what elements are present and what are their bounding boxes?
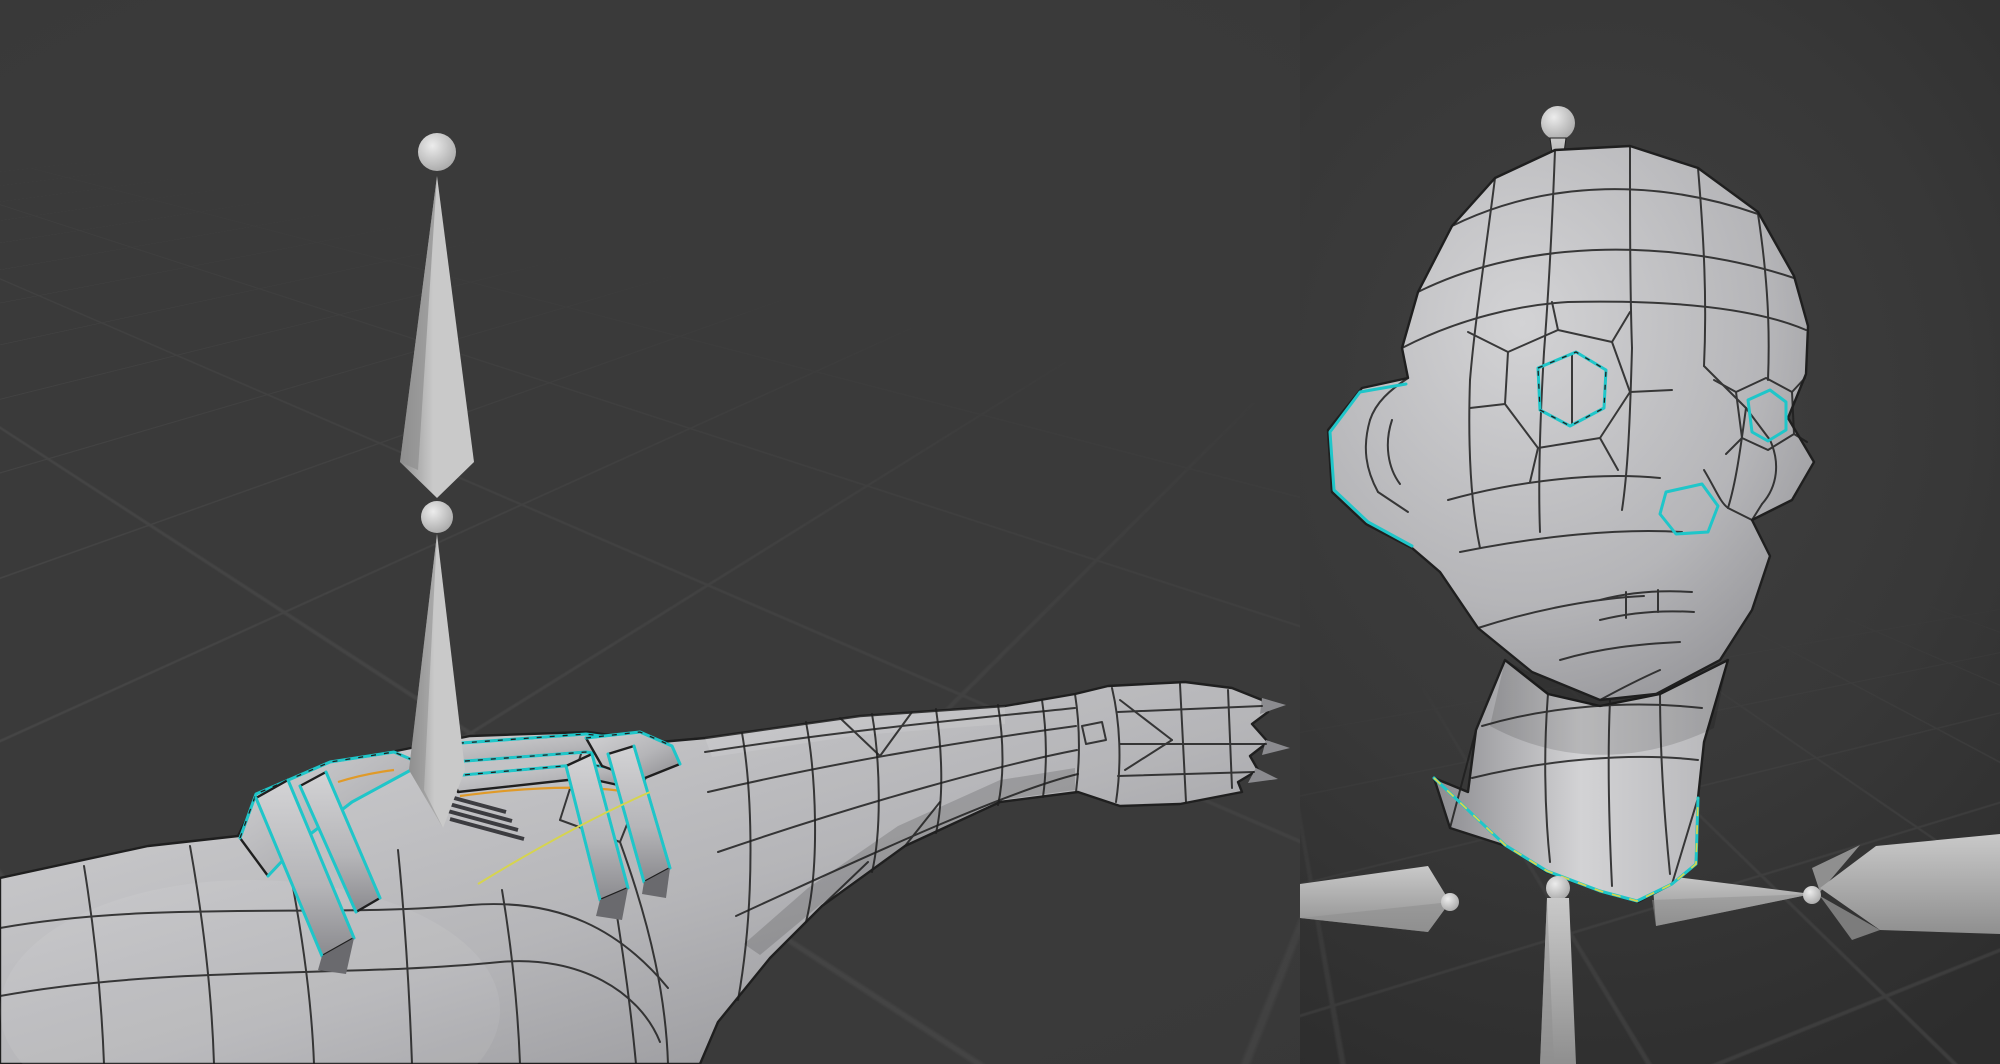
armature-bone-chain[interactable] <box>400 133 474 828</box>
viewport-3d-head[interactable] <box>1300 0 2000 1064</box>
joint-sphere[interactable] <box>421 501 453 533</box>
joint-sphere-left[interactable] <box>1441 893 1459 911</box>
joint-sphere-right[interactable] <box>1803 886 1821 904</box>
bone-lower[interactable] <box>409 534 465 828</box>
split-3d-viewport <box>0 0 2000 1064</box>
joint-sphere-center[interactable] <box>1546 876 1570 900</box>
head-mesh[interactable] <box>1328 146 1814 700</box>
bone-upper[interactable] <box>400 176 474 498</box>
bone-tip-sphere[interactable] <box>418 133 456 171</box>
viewport-3d-shoulder[interactable] <box>0 0 1300 1064</box>
viewport-left-canvas <box>0 0 1300 1064</box>
head-tip-sphere[interactable] <box>1541 106 1575 140</box>
neck-mesh[interactable] <box>1434 660 1728 902</box>
viewport-right-canvas <box>1300 0 2000 1064</box>
armature-joints-front[interactable] <box>1441 876 1821 1064</box>
character-mesh-shoulder-arm[interactable] <box>0 682 1290 1064</box>
